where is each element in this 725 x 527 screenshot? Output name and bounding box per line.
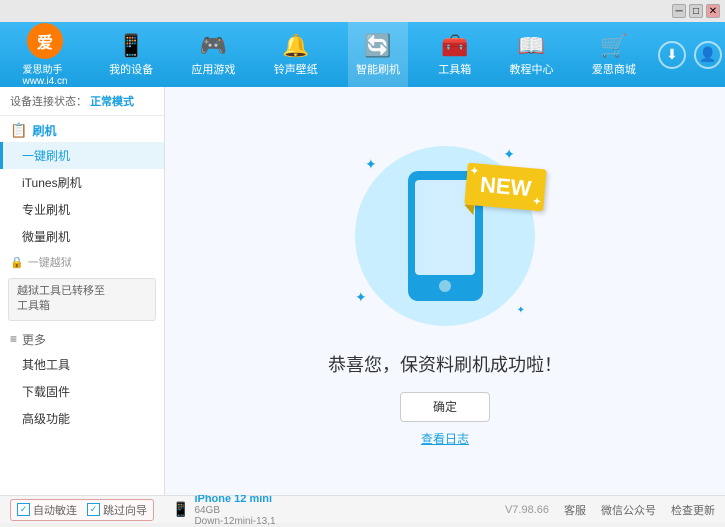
flash-nav-icon: 🔄 bbox=[364, 33, 391, 59]
skip-guide-check-icon: ✓ bbox=[87, 503, 100, 516]
service-link[interactable]: 客服 bbox=[564, 502, 586, 518]
header-actions: ⬇ 👤 bbox=[655, 41, 725, 69]
version-label: V7.98.66 bbox=[505, 504, 549, 516]
tutorial-nav-icon: 📖 bbox=[518, 33, 545, 59]
logo-text: 爱思助手 www.i4.cn bbox=[22, 61, 67, 87]
star-4: ✦ bbox=[517, 305, 525, 316]
wechat-link[interactable]: 微信公众号 bbox=[601, 502, 656, 518]
device-model: Down-12mini-13,1 bbox=[194, 516, 275, 527]
content-area: ✦ ✦ ✦ ✦ NEW 恭喜您，保资料刷机成功啦！ 确定 查看日志 bbox=[165, 87, 725, 495]
nav-ringtones[interactable]: 🔔 铃声壁纸 bbox=[266, 22, 326, 87]
nav-smart-flash[interactable]: 🔄 智能刷机 bbox=[348, 22, 408, 87]
flash-section-header: 📋 刷机 bbox=[0, 116, 164, 142]
star-1: ✦ bbox=[365, 156, 377, 173]
goto-daily-link[interactable]: 查看日志 bbox=[421, 430, 469, 447]
sidebar-item-other-tools[interactable]: 其他工具 bbox=[0, 351, 164, 378]
phone-illustration: ✦ ✦ ✦ ✦ NEW bbox=[335, 136, 555, 336]
nav-tutorial[interactable]: 📖 教程中心 bbox=[502, 22, 562, 87]
sidebar-item-one-key-flash[interactable]: 一键刷机 bbox=[0, 142, 164, 169]
toolbox-nav-icon: 🧰 bbox=[441, 33, 468, 59]
device-info: 📱 iPhone 12 mini 64GB Down-12mini-13,1 bbox=[162, 493, 286, 527]
nav-my-device[interactable]: 📱 我的设备 bbox=[101, 22, 161, 87]
nav-apps-games[interactable]: 🎮 应用游戏 bbox=[183, 22, 243, 87]
logo-icon: 爱 bbox=[27, 23, 63, 59]
auto-connect-checkbox[interactable]: ✓ 自动敏连 bbox=[17, 502, 77, 518]
device-phone-icon: 📱 bbox=[172, 501, 189, 518]
new-ribbon: NEW bbox=[464, 162, 547, 211]
flash-section-icon: 📋 bbox=[10, 122, 27, 139]
nav-mall[interactable]: 🛒 爱思商城 bbox=[584, 22, 644, 87]
phone-home-btn bbox=[439, 280, 451, 292]
nav-toolbox[interactable]: 🧰 工具箱 bbox=[430, 22, 479, 87]
apps-nav-icon: 🎮 bbox=[200, 33, 227, 59]
connection-status: 设备连接状态： 正常模式 bbox=[0, 87, 164, 116]
lock-icon: 🔒 bbox=[10, 256, 24, 269]
confirm-button[interactable]: 确定 bbox=[400, 392, 490, 422]
device-nav-icon: 📱 bbox=[117, 33, 144, 59]
ringtones-nav-icon: 🔔 bbox=[282, 33, 309, 59]
main-content: 设备连接状态： 正常模式 📋 刷机 一键刷机 iTunes刷机 专业刷机 微量刷… bbox=[0, 87, 725, 495]
sidebar-item-micro-flash[interactable]: 微量刷机 bbox=[0, 223, 164, 250]
auto-connect-check-icon: ✓ bbox=[17, 503, 30, 516]
nav-bar: 📱 我的设备 🎮 应用游戏 🔔 铃声壁纸 🔄 智能刷机 🧰 工具箱 📖 教程中心… bbox=[90, 22, 655, 87]
mall-nav-icon: 🛒 bbox=[600, 33, 627, 59]
bottom-bar: ✓ 自动敏连 ✓ 跳过向导 📱 iPhone 12 mini 64GB Down… bbox=[0, 495, 725, 523]
notice-box: 越狱工具已转移至工具箱 bbox=[8, 278, 156, 321]
user-button[interactable]: 👤 bbox=[694, 41, 722, 69]
title-bar: ─ □ ✕ bbox=[0, 0, 725, 22]
bottom-right: V7.98.66 客服 微信公众号 检查更新 bbox=[505, 502, 715, 518]
sidebar: 设备连接状态： 正常模式 📋 刷机 一键刷机 iTunes刷机 专业刷机 微量刷… bbox=[0, 87, 165, 495]
more-icon: ≡ bbox=[10, 332, 17, 346]
sidebar-item-download-firmware[interactable]: 下载固件 bbox=[0, 378, 164, 405]
check-update-link[interactable]: 检查更新 bbox=[671, 502, 715, 518]
device-storage: 64GB bbox=[194, 505, 275, 516]
maximize-button[interactable]: □ bbox=[689, 4, 703, 18]
new-badge: NEW bbox=[466, 166, 545, 208]
more-section-header: ≡ 更多 bbox=[0, 325, 164, 351]
star-3: ✦ bbox=[355, 289, 367, 306]
sidebar-item-itunes-flash[interactable]: iTunes刷机 bbox=[0, 169, 164, 196]
star-2: ✦ bbox=[503, 146, 515, 163]
minimize-button[interactable]: ─ bbox=[672, 4, 686, 18]
success-message: 恭喜您，保资料刷机成功啦！ bbox=[328, 351, 562, 377]
header: 爱 爱思助手 www.i4.cn 📱 我的设备 🎮 应用游戏 🔔 铃声壁纸 🔄 … bbox=[0, 22, 725, 87]
sidebar-item-pro-flash[interactable]: 专业刷机 bbox=[0, 196, 164, 223]
locked-section: 🔒 一键越狱 bbox=[0, 250, 164, 274]
skip-guide-checkbox[interactable]: ✓ 跳过向导 bbox=[87, 502, 147, 518]
sidebar-item-advanced[interactable]: 高级功能 bbox=[0, 405, 164, 432]
bottom-left: ✓ 自动敏连 ✓ 跳过向导 📱 iPhone 12 mini 64GB Down… bbox=[10, 493, 505, 527]
checkbox-row: ✓ 自动敏连 ✓ 跳过向导 bbox=[10, 499, 154, 521]
close-button[interactable]: ✕ bbox=[706, 4, 720, 18]
logo: 爱 爱思助手 www.i4.cn bbox=[0, 18, 90, 92]
download-button[interactable]: ⬇ bbox=[658, 41, 686, 69]
